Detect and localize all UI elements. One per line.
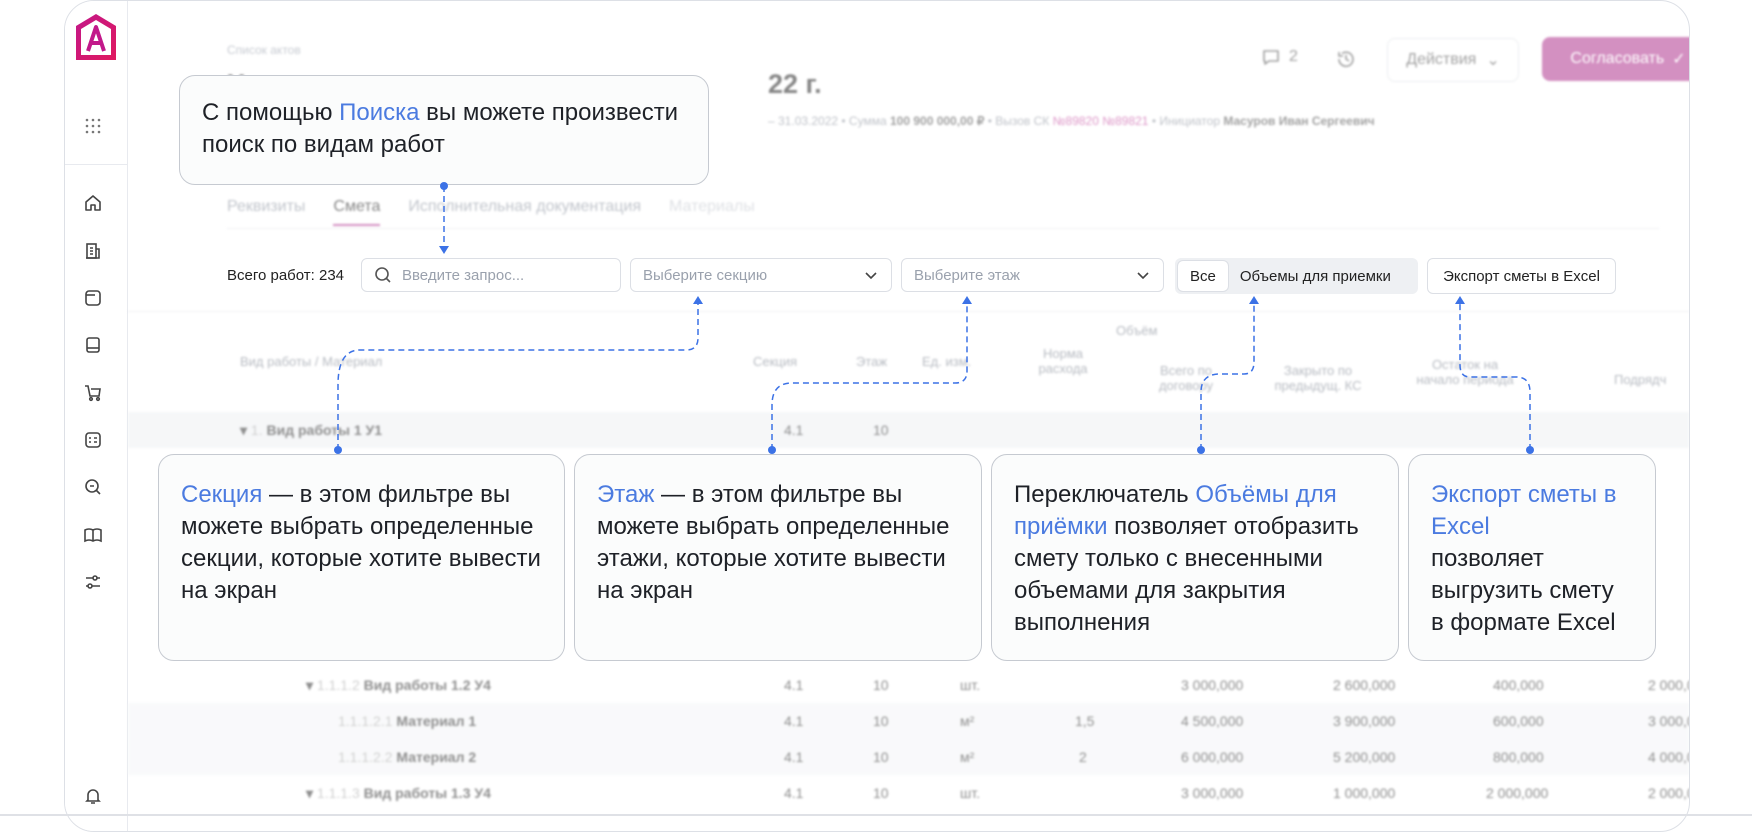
table-row[interactable]: 1.1.1.2.2 Материал 2 4.1 10 м² 2 6 000,0… bbox=[128, 739, 1689, 775]
book-icon[interactable] bbox=[81, 333, 105, 357]
building-icon[interactable] bbox=[81, 239, 105, 263]
filters-bar: Всего работ: 234 Введите запрос... Выбер… bbox=[227, 258, 1689, 294]
comment-icon bbox=[1263, 50, 1279, 65]
col-total[interactable]: Всего по договору bbox=[1146, 363, 1226, 393]
col-volume: Объём bbox=[1116, 323, 1158, 338]
meta-person: Масуров Иван Сергеевич bbox=[1223, 114, 1375, 128]
approve-button[interactable]: Согласовать ✓ bbox=[1542, 37, 1689, 81]
callout-export: Экспорт сметы в Excel позволяет выгрузит… bbox=[1408, 454, 1656, 661]
check-icon: ✓ bbox=[1672, 51, 1686, 68]
meta-link-2[interactable]: №89821 bbox=[1102, 114, 1148, 128]
meta-link-1[interactable]: №89820 bbox=[1053, 114, 1099, 128]
total-works: Всего работ: 234 bbox=[227, 267, 344, 284]
page-title-end: 22 г. bbox=[768, 69, 822, 99]
col-work[interactable]: Вид работы / Материал bbox=[240, 354, 382, 369]
meta-call: • Вызов СК bbox=[987, 114, 1050, 128]
actions-dropdown[interactable]: Действия ⌄ bbox=[1387, 38, 1519, 82]
tabs: Реквизиты Смета Исполнительная документа… bbox=[227, 198, 755, 226]
col-closed[interactable]: Закрыто по предыдущ. КС bbox=[1263, 363, 1373, 393]
col-floor[interactable]: Этаж bbox=[856, 354, 887, 369]
table-row[interactable]: ▾ 1.1.1.2 Вид работы 1.2 У4 4.1 10 шт. 3… bbox=[128, 667, 1689, 703]
total-label: Всего работ: bbox=[227, 267, 315, 284]
table-row[interactable]: ▾ 1.1.1.3 Вид работы 1.3 У4 4.1 10 шт. 3… bbox=[128, 775, 1689, 811]
cart-icon[interactable] bbox=[81, 381, 105, 405]
col-remain[interactable]: Остаток на начало периода bbox=[1410, 357, 1520, 387]
section-select[interactable]: Выберите секцию bbox=[630, 258, 892, 292]
volumes-toggle: Все Объемы для приемки bbox=[1175, 258, 1418, 294]
home-icon[interactable] bbox=[81, 191, 105, 215]
tab-requisites[interactable]: Реквизиты bbox=[227, 198, 305, 226]
callout-floor: Этаж — в этом фильтре вы можете выбрать … bbox=[574, 454, 982, 661]
comments-button[interactable]: 2 bbox=[1261, 47, 1298, 67]
sidebar bbox=[65, 1, 128, 831]
meta-sum: 100 900 000,00 ₽ bbox=[889, 114, 985, 128]
col-contractor[interactable]: Подрядч bbox=[1614, 372, 1666, 387]
meta-initiator: • Инициатор bbox=[1151, 114, 1221, 128]
col-norm[interactable]: Норма расхода bbox=[1033, 346, 1093, 376]
section-placeholder: Выберите секцию bbox=[643, 266, 768, 284]
chevron-down-icon bbox=[865, 272, 877, 280]
document-icon[interactable] bbox=[81, 286, 105, 310]
export-excel-button[interactable]: Экспорт сметы в Excel bbox=[1427, 258, 1616, 294]
approve-label: Согласовать bbox=[1570, 50, 1665, 67]
apps-grid-icon[interactable] bbox=[81, 114, 105, 138]
table-row[interactable]: 1.1.1.2.1 Материал 1 4.1 10 м² 1,5 4 500… bbox=[128, 703, 1689, 739]
comments-count: 2 bbox=[1289, 48, 1298, 65]
search-input[interactable]: Введите запрос... bbox=[361, 258, 621, 292]
floor-select[interactable]: Выберите этаж bbox=[901, 258, 1164, 292]
col-section[interactable]: Секция bbox=[753, 354, 797, 369]
floor-placeholder: Выберите этаж bbox=[914, 266, 1020, 284]
bell-icon[interactable] bbox=[81, 784, 105, 808]
tab-estimate[interactable]: Смета bbox=[333, 198, 381, 226]
group-row-section: 4.1 bbox=[784, 422, 804, 438]
callout-search: С помощью Поиска вы можете произвести по… bbox=[179, 75, 709, 185]
settings-sliders-icon[interactable] bbox=[81, 570, 105, 594]
group-row-name: ▾ 1. Вид работы 1 У1 bbox=[240, 422, 383, 438]
search-icon bbox=[375, 267, 391, 283]
group-row-floor: 10 bbox=[873, 422, 889, 438]
callout-volumes: Переключатель Объёмы для приёмки позволя… bbox=[991, 454, 1399, 661]
search-placeholder: Введите запрос... bbox=[402, 266, 525, 284]
tab-docs[interactable]: Исполнительная документация bbox=[408, 198, 641, 226]
fullscreen-icon[interactable] bbox=[1687, 266, 1690, 286]
col-unit[interactable]: Ед. изм. bbox=[922, 354, 971, 369]
toggle-volumes[interactable]: Объемы для приемки bbox=[1228, 268, 1403, 285]
chevron-down-icon bbox=[1137, 272, 1149, 280]
meta-period: – 31.03.2022 • Сумма bbox=[768, 114, 887, 128]
breadcrumb[interactable]: Список актов bbox=[227, 43, 301, 57]
actions-label: Действия bbox=[1406, 51, 1477, 68]
sidebar-divider bbox=[65, 164, 127, 165]
app-logo[interactable] bbox=[73, 11, 119, 63]
act-meta: – 31.03.2022 • Сумма 100 900 000,00 ₽ • … bbox=[768, 114, 1375, 128]
search-zoom-icon[interactable] bbox=[81, 475, 105, 499]
checklist-icon[interactable] bbox=[81, 428, 105, 452]
chevron-down-icon: ⌄ bbox=[1486, 52, 1500, 69]
toggle-all[interactable]: Все bbox=[1178, 261, 1228, 291]
callout-section: Секция — в этом фильтре вы можете выбрат… bbox=[158, 454, 565, 661]
history-icon[interactable] bbox=[1335, 48, 1357, 70]
total-value: 234 bbox=[319, 267, 345, 284]
tab-materials[interactable]: Материалы bbox=[669, 198, 755, 226]
tabs-divider bbox=[227, 228, 1659, 229]
open-book-icon[interactable] bbox=[81, 523, 105, 547]
